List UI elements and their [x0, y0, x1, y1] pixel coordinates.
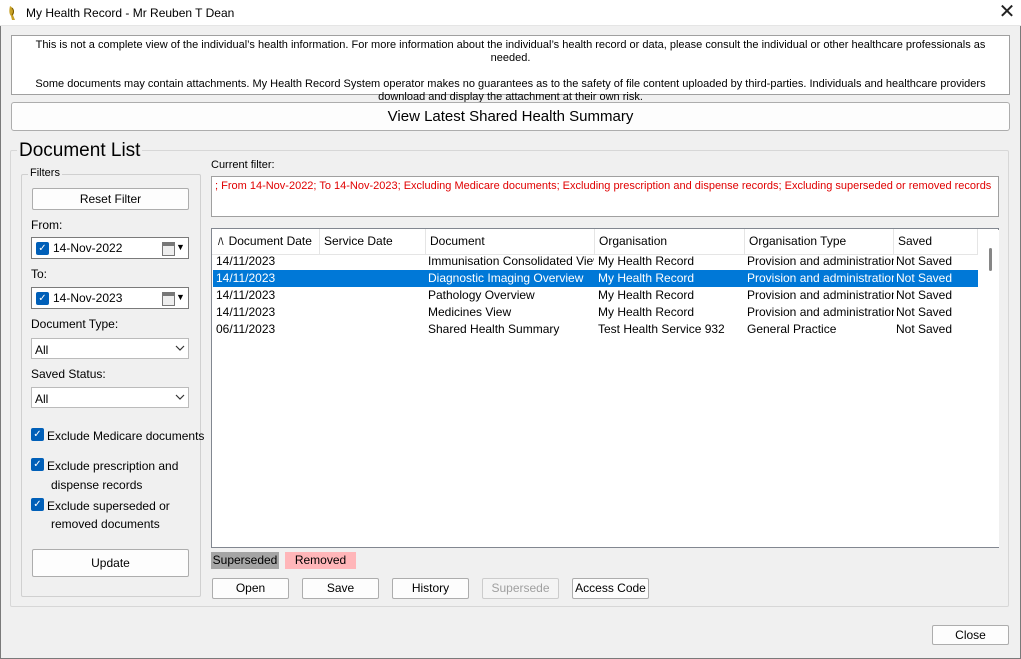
superseded-legend: Superseded — [211, 552, 279, 569]
chevron-down-icon[interactable]: ▼ — [176, 290, 185, 304]
column-header-document-date-label: Document Date — [228, 234, 312, 248]
cell-document: Shared Health Summary — [428, 322, 560, 336]
from-date-picker[interactable]: ✓ 14-Nov-2022 ▼ — [31, 237, 189, 259]
update-button[interactable]: Update — [32, 549, 189, 577]
table-row[interactable]: 14/11/2023 Medicines View My Health Reco… — [213, 304, 978, 321]
cell-organisation: My Health Record — [598, 305, 695, 319]
column-header-saved[interactable]: Saved — [894, 229, 978, 254]
to-label: To: — [31, 267, 48, 281]
document-table[interactable]: /\ Document Date Service Date Document Or… — [211, 228, 999, 548]
document-type-label: Document Type: — [31, 317, 119, 331]
exclude-medicare-label: Exclude Medicare documents — [47, 429, 205, 443]
removed-legend: Removed — [285, 552, 356, 569]
table-row[interactable]: 14/11/2023 Pathology Overview My Health … — [213, 287, 978, 304]
cell-document-date: 06/11/2023 — [216, 322, 276, 336]
cell-organisation-type: Provision and administration of pu — [747, 254, 894, 268]
filters-title: Filters — [28, 167, 62, 179]
column-header-service-date[interactable]: Service Date — [320, 229, 426, 254]
access-code-button[interactable]: Access Code — [572, 578, 649, 599]
exclude-prescription-label-2: dispense records — [51, 478, 143, 492]
cell-organisation-type: Provision and administration of pu — [747, 271, 894, 285]
exclude-superseded-label: Exclude superseded or — [47, 499, 170, 513]
cell-saved: Not Saved — [896, 305, 953, 319]
document-type-value: All — [35, 343, 49, 357]
disclaimer-panel: This is not a complete view of the indiv… — [11, 35, 1010, 103]
current-filter-label: Current filter: — [211, 159, 275, 171]
checkbox-check-icon[interactable]: ✓ — [31, 498, 44, 511]
exclude-superseded-label-2: removed documents — [51, 517, 160, 531]
cell-document-date: 14/11/2023 — [216, 271, 276, 285]
app-icon — [9, 6, 15, 20]
supersede-button[interactable]: Supersede — [482, 578, 559, 599]
column-header-organisation-type[interactable]: Organisation Type — [745, 229, 894, 254]
document-list-title: Document List — [17, 140, 143, 162]
cell-organisation: My Health Record — [598, 254, 695, 268]
cell-document-date: 14/11/2023 — [216, 288, 276, 302]
cell-saved: Not Saved — [896, 322, 953, 336]
exclude-prescription-label: Exclude prescription and — [47, 459, 179, 473]
reset-filter-button[interactable]: Reset Filter — [32, 188, 189, 210]
to-date-picker[interactable]: ✓ 14-Nov-2023 ▼ — [31, 287, 189, 309]
cell-document: Medicines View — [428, 305, 512, 319]
save-button[interactable]: Save — [302, 578, 379, 599]
checkbox-check-icon[interactable]: ✓ — [31, 428, 44, 441]
calendar-icon[interactable] — [162, 292, 175, 306]
table-row[interactable]: 06/11/2023 Shared Health Summary Test He… — [213, 321, 978, 338]
to-date-checkbox[interactable]: ✓ — [36, 292, 49, 305]
calendar-icon[interactable] — [162, 242, 175, 256]
exclude-superseded-checkbox[interactable]: ✓ Exclude superseded or removed document… — [31, 497, 196, 535]
checkbox-check-icon[interactable]: ✓ — [31, 458, 44, 471]
exclude-medicare-checkbox[interactable]: ✓ Exclude Medicare documents — [31, 427, 204, 446]
saved-status-select[interactable]: All — [31, 387, 189, 408]
cell-document: Diagnostic Imaging Overview — [428, 271, 584, 285]
scrollbar-thumb[interactable] — [989, 248, 992, 271]
to-date-value: 14-Nov-2023 — [53, 291, 123, 305]
cell-organisation-type: General Practice — [747, 322, 837, 336]
from-date-checkbox[interactable]: ✓ — [36, 242, 49, 255]
chevron-down-icon — [175, 394, 185, 400]
window-close-icon[interactable]: ✕ — [994, 0, 1020, 26]
cell-organisation: My Health Record — [598, 288, 695, 302]
cell-organisation-type: Provision and administration of pu — [747, 305, 894, 319]
open-button[interactable]: Open — [212, 578, 289, 599]
column-header-document[interactable]: Document — [426, 229, 595, 254]
disclaimer-line-1: This is not a complete view of the indiv… — [35, 39, 986, 64]
window-title: My Health Record - Mr Reuben T Dean — [26, 6, 235, 20]
table-row-selected[interactable]: 14/11/2023 Diagnostic Imaging Overview M… — [213, 270, 978, 287]
document-type-select[interactable]: All — [31, 338, 189, 359]
cell-organisation: My Health Record — [598, 271, 695, 285]
cell-saved: Not Saved — [896, 271, 953, 285]
from-date-value: 14-Nov-2022 — [53, 241, 123, 255]
view-shared-health-summary-button[interactable]: View Latest Shared Health Summary — [11, 102, 1010, 131]
saved-status-value: All — [35, 392, 49, 406]
cell-organisation-type: Provision and administration of pu — [747, 288, 894, 302]
cell-document-date: 14/11/2023 — [216, 305, 276, 319]
cell-saved: Not Saved — [896, 288, 953, 302]
disclaimer-line-2: Some documents may contain attachments. … — [35, 78, 986, 103]
current-filter-text: ; From 14-Nov-2022; To 14-Nov-2023; Excl… — [211, 176, 999, 217]
cell-document-date: 14/11/2023 — [216, 254, 276, 268]
cell-document: Pathology Overview — [428, 288, 535, 302]
cell-document: Immunisation Consolidated View — [428, 254, 594, 268]
column-header-organisation[interactable]: Organisation — [595, 229, 745, 254]
chevron-down-icon[interactable]: ▼ — [176, 240, 185, 254]
from-label: From: — [31, 218, 63, 232]
sort-ascending-icon: /\ — [218, 237, 224, 248]
close-button[interactable]: Close — [932, 625, 1009, 645]
table-row[interactable]: 14/11/2023 Immunisation Consolidated Vie… — [213, 253, 978, 270]
cell-saved: Not Saved — [896, 254, 953, 268]
exclude-prescription-checkbox[interactable]: ✓ Exclude prescription and dispense reco… — [31, 457, 196, 495]
column-header-document-date[interactable]: /\ Document Date — [212, 229, 320, 254]
vertical-scrollbar[interactable] — [982, 230, 999, 547]
saved-status-label: Saved Status: — [31, 367, 106, 381]
history-button[interactable]: History — [392, 578, 469, 599]
chevron-down-icon — [175, 345, 185, 351]
cell-organisation: Test Health Service 932 — [598, 322, 725, 336]
